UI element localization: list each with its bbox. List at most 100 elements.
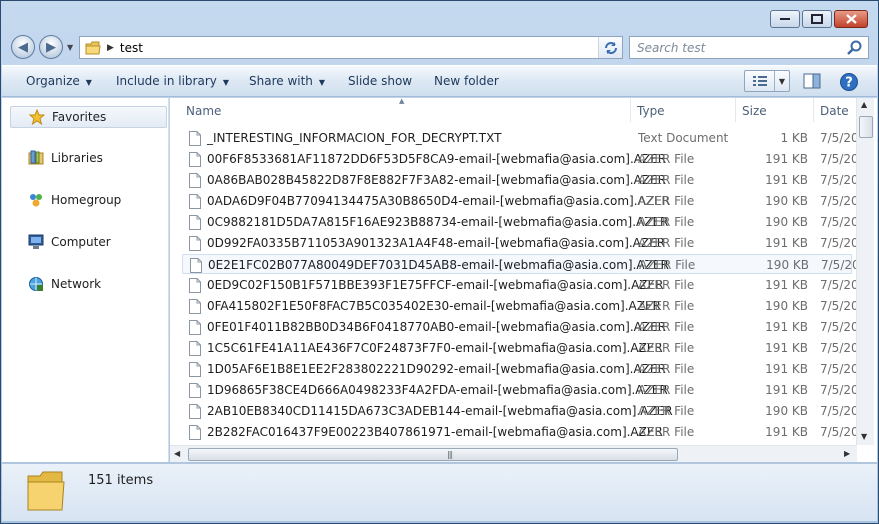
vertical-scroll-thumb[interactable] — [859, 116, 873, 138]
column-header-name[interactable]: Name — [180, 98, 631, 122]
back-button[interactable]: ◀ — [11, 35, 35, 59]
file-row[interactable]: _INTERESTING_INFORMACION_FOR_DECRYPT.TXT… — [182, 128, 859, 148]
maximize-button[interactable] — [802, 10, 832, 28]
breadcrumb-separator-icon[interactable]: ▶ — [107, 43, 114, 53]
file-row[interactable]: 1D05AF6E1B8E1EE2F283802221D90292-email-[… — [182, 359, 859, 379]
include-in-library-label: Include in library — [116, 74, 217, 88]
file-type: AZER File — [638, 236, 695, 250]
file-row[interactable]: 2AB10EB8340CD11415DA673C3ADEB144-email-[… — [182, 401, 859, 421]
sidebar-item-computer[interactable]: Computer — [28, 234, 111, 250]
sidebar-item-homegroup[interactable]: Homegroup — [28, 192, 121, 208]
file-name: _INTERESTING_INFORMACION_FOR_DECRYPT.TXT — [207, 131, 502, 145]
column-header-size[interactable]: Size — [736, 98, 814, 122]
file-name: 0A86BAB028B45822D87F8E882F7F3A82-email-[… — [207, 173, 666, 187]
view-options[interactable] — [745, 71, 775, 91]
file-row[interactable]: 0C9882181D5DA7A815F16AE923B88734-email-[… — [182, 212, 859, 232]
file-icon — [189, 278, 201, 293]
file-row[interactable]: 0FE01F4011B82BB0D34B6F0418770AB0-email-[… — [182, 317, 859, 337]
arrow-left-icon: ◀ — [18, 39, 28, 55]
scroll-up-icon[interactable]: ▲ — [861, 100, 867, 109]
file-row[interactable]: 0FA415802F1E50F8FAC7B5C035402E30-email-[… — [182, 296, 859, 316]
forward-button[interactable]: ▶ — [39, 35, 63, 59]
file-row[interactable]: 0E2E1FC02B077A80049DEF7031D45AB8-email-[… — [182, 254, 860, 274]
file-size: 191 KB — [765, 341, 808, 355]
slide-show-button[interactable]: Slide show — [348, 74, 412, 88]
file-row[interactable]: 0ADA6D9F04B77094134475A30B8650D4-email-[… — [182, 191, 859, 211]
recent-pages-chevron-icon[interactable]: ▼ — [67, 43, 73, 52]
file-icon — [189, 320, 201, 335]
sidebar-item-network[interactable]: Network — [28, 276, 101, 292]
address-bar[interactable]: ▶ test — [79, 36, 623, 59]
column-header-label: Name — [186, 104, 222, 118]
file-name: 0ADA6D9F04B77094134475A30B8650D4-email-[… — [207, 194, 670, 208]
preview-pane-icon[interactable] — [803, 73, 821, 89]
vertical-scrollbar[interactable]: ▲ ▼ — [856, 98, 874, 445]
details-view-icon — [752, 76, 767, 86]
scroll-left-icon[interactable]: ◀ — [174, 449, 180, 458]
search-icon[interactable] — [847, 40, 863, 56]
help-icon[interactable]: ? — [839, 72, 859, 92]
file-name: 0ED9C02F150B1F571BBE393F1E75FFCF-email-[… — [207, 278, 664, 292]
file-date: 7/5/20 — [820, 194, 859, 208]
column-header-type[interactable]: Type — [631, 98, 736, 122]
sidebar-item-libraries[interactable]: Libraries — [28, 150, 103, 166]
horizontal-scrollbar[interactable]: ◀ ||| ▶ — [170, 445, 857, 462]
file-type: AZER File — [638, 194, 695, 208]
file-icon — [189, 383, 201, 398]
file-date: 7/5/20 — [820, 404, 859, 418]
sidebar-item-favorites[interactable]: Favorites — [10, 106, 167, 128]
include-in-library-menu[interactable]: Include in library ▼ — [116, 74, 229, 88]
new-folder-button[interactable]: New folder — [434, 74, 499, 88]
horizontal-scroll-thumb[interactable]: ||| — [188, 448, 678, 461]
file-size: 191 KB — [765, 236, 808, 250]
scroll-right-icon[interactable]: ▶ — [844, 449, 850, 458]
breadcrumb-test[interactable]: test — [120, 41, 143, 55]
file-type: Text Document — [638, 131, 729, 145]
sort-ascending-icon: ▲ — [399, 98, 405, 105]
file-icon — [189, 215, 201, 230]
star-icon — [29, 109, 45, 125]
share-with-menu[interactable]: Share with ▼ — [249, 74, 325, 88]
scroll-grip-icon: ||| — [447, 450, 453, 459]
close-icon — [845, 14, 857, 24]
command-bar: Organize ▼ Include in library ▼ Share with… — [2, 65, 877, 97]
view-dropdown-chevron-icon[interactable]: ▼ — [775, 71, 789, 91]
chevron-down-icon: ▼ — [318, 78, 326, 87]
file-type: AZER File — [639, 258, 696, 272]
file-row[interactable]: 2B282FAC016437F9E00223B407861971-email-[… — [182, 422, 859, 442]
file-row[interactable]: 0ED9C02F150B1F571BBE393F1E75FFCF-email-[… — [182, 275, 859, 295]
column-header-label: Size — [742, 104, 767, 118]
file-type: AZER File — [638, 404, 695, 418]
file-list: Name ▲ Type Size Date _INTERESTING_INFOR… — [170, 98, 877, 462]
file-name: 2B282FAC016437F9E00223B407861971-email-[… — [207, 425, 663, 439]
file-icon — [189, 425, 201, 440]
file-size: 191 KB — [765, 278, 808, 292]
file-icon — [190, 258, 202, 273]
organize-menu[interactable]: Organize ▼ — [26, 74, 92, 88]
file-row[interactable]: 0A86BAB028B45822D87F8E882F7F3A82-email-[… — [182, 170, 859, 190]
file-icon — [189, 236, 201, 251]
file-icon — [189, 152, 201, 167]
file-name: 1D96865F38CE4D666A0498233F4A2FDA-email-[… — [207, 383, 668, 397]
sidebar-item-label: Libraries — [51, 151, 103, 165]
file-row[interactable]: 1D96865F38CE4D666A0498233F4A2FDA-email-[… — [182, 380, 859, 400]
file-date: 7/5/20 — [820, 236, 859, 250]
file-size: 191 KB — [765, 152, 808, 166]
change-view-button[interactable]: ▼ — [744, 70, 790, 92]
sidebar-item-label: Computer — [51, 235, 111, 249]
file-size: 190 KB — [765, 299, 808, 313]
file-row[interactable]: 1C5C61FE41A11AE436F7C0F24873F7F0-email-[… — [182, 338, 859, 358]
scroll-down-icon[interactable]: ▼ — [861, 432, 867, 441]
minimize-icon — [780, 18, 790, 20]
file-row[interactable]: 00F6F8533681AF11872DD6F53D5F8CA9-email-[… — [182, 149, 859, 169]
chevron-down-icon: ▼ — [85, 78, 92, 87]
refresh-button[interactable] — [598, 37, 622, 58]
search-input[interactable]: Search test — [629, 36, 869, 59]
close-button[interactable] — [834, 10, 868, 28]
minimize-button[interactable] — [770, 10, 800, 28]
file-row[interactable]: 0D992FA0335B711053A901323A1A4F48-email-[… — [182, 233, 859, 253]
file-icon — [189, 404, 201, 419]
folder-icon — [85, 41, 101, 54]
sidebar-item-label: Favorites — [52, 110, 107, 124]
search-placeholder: Search test — [637, 40, 706, 55]
